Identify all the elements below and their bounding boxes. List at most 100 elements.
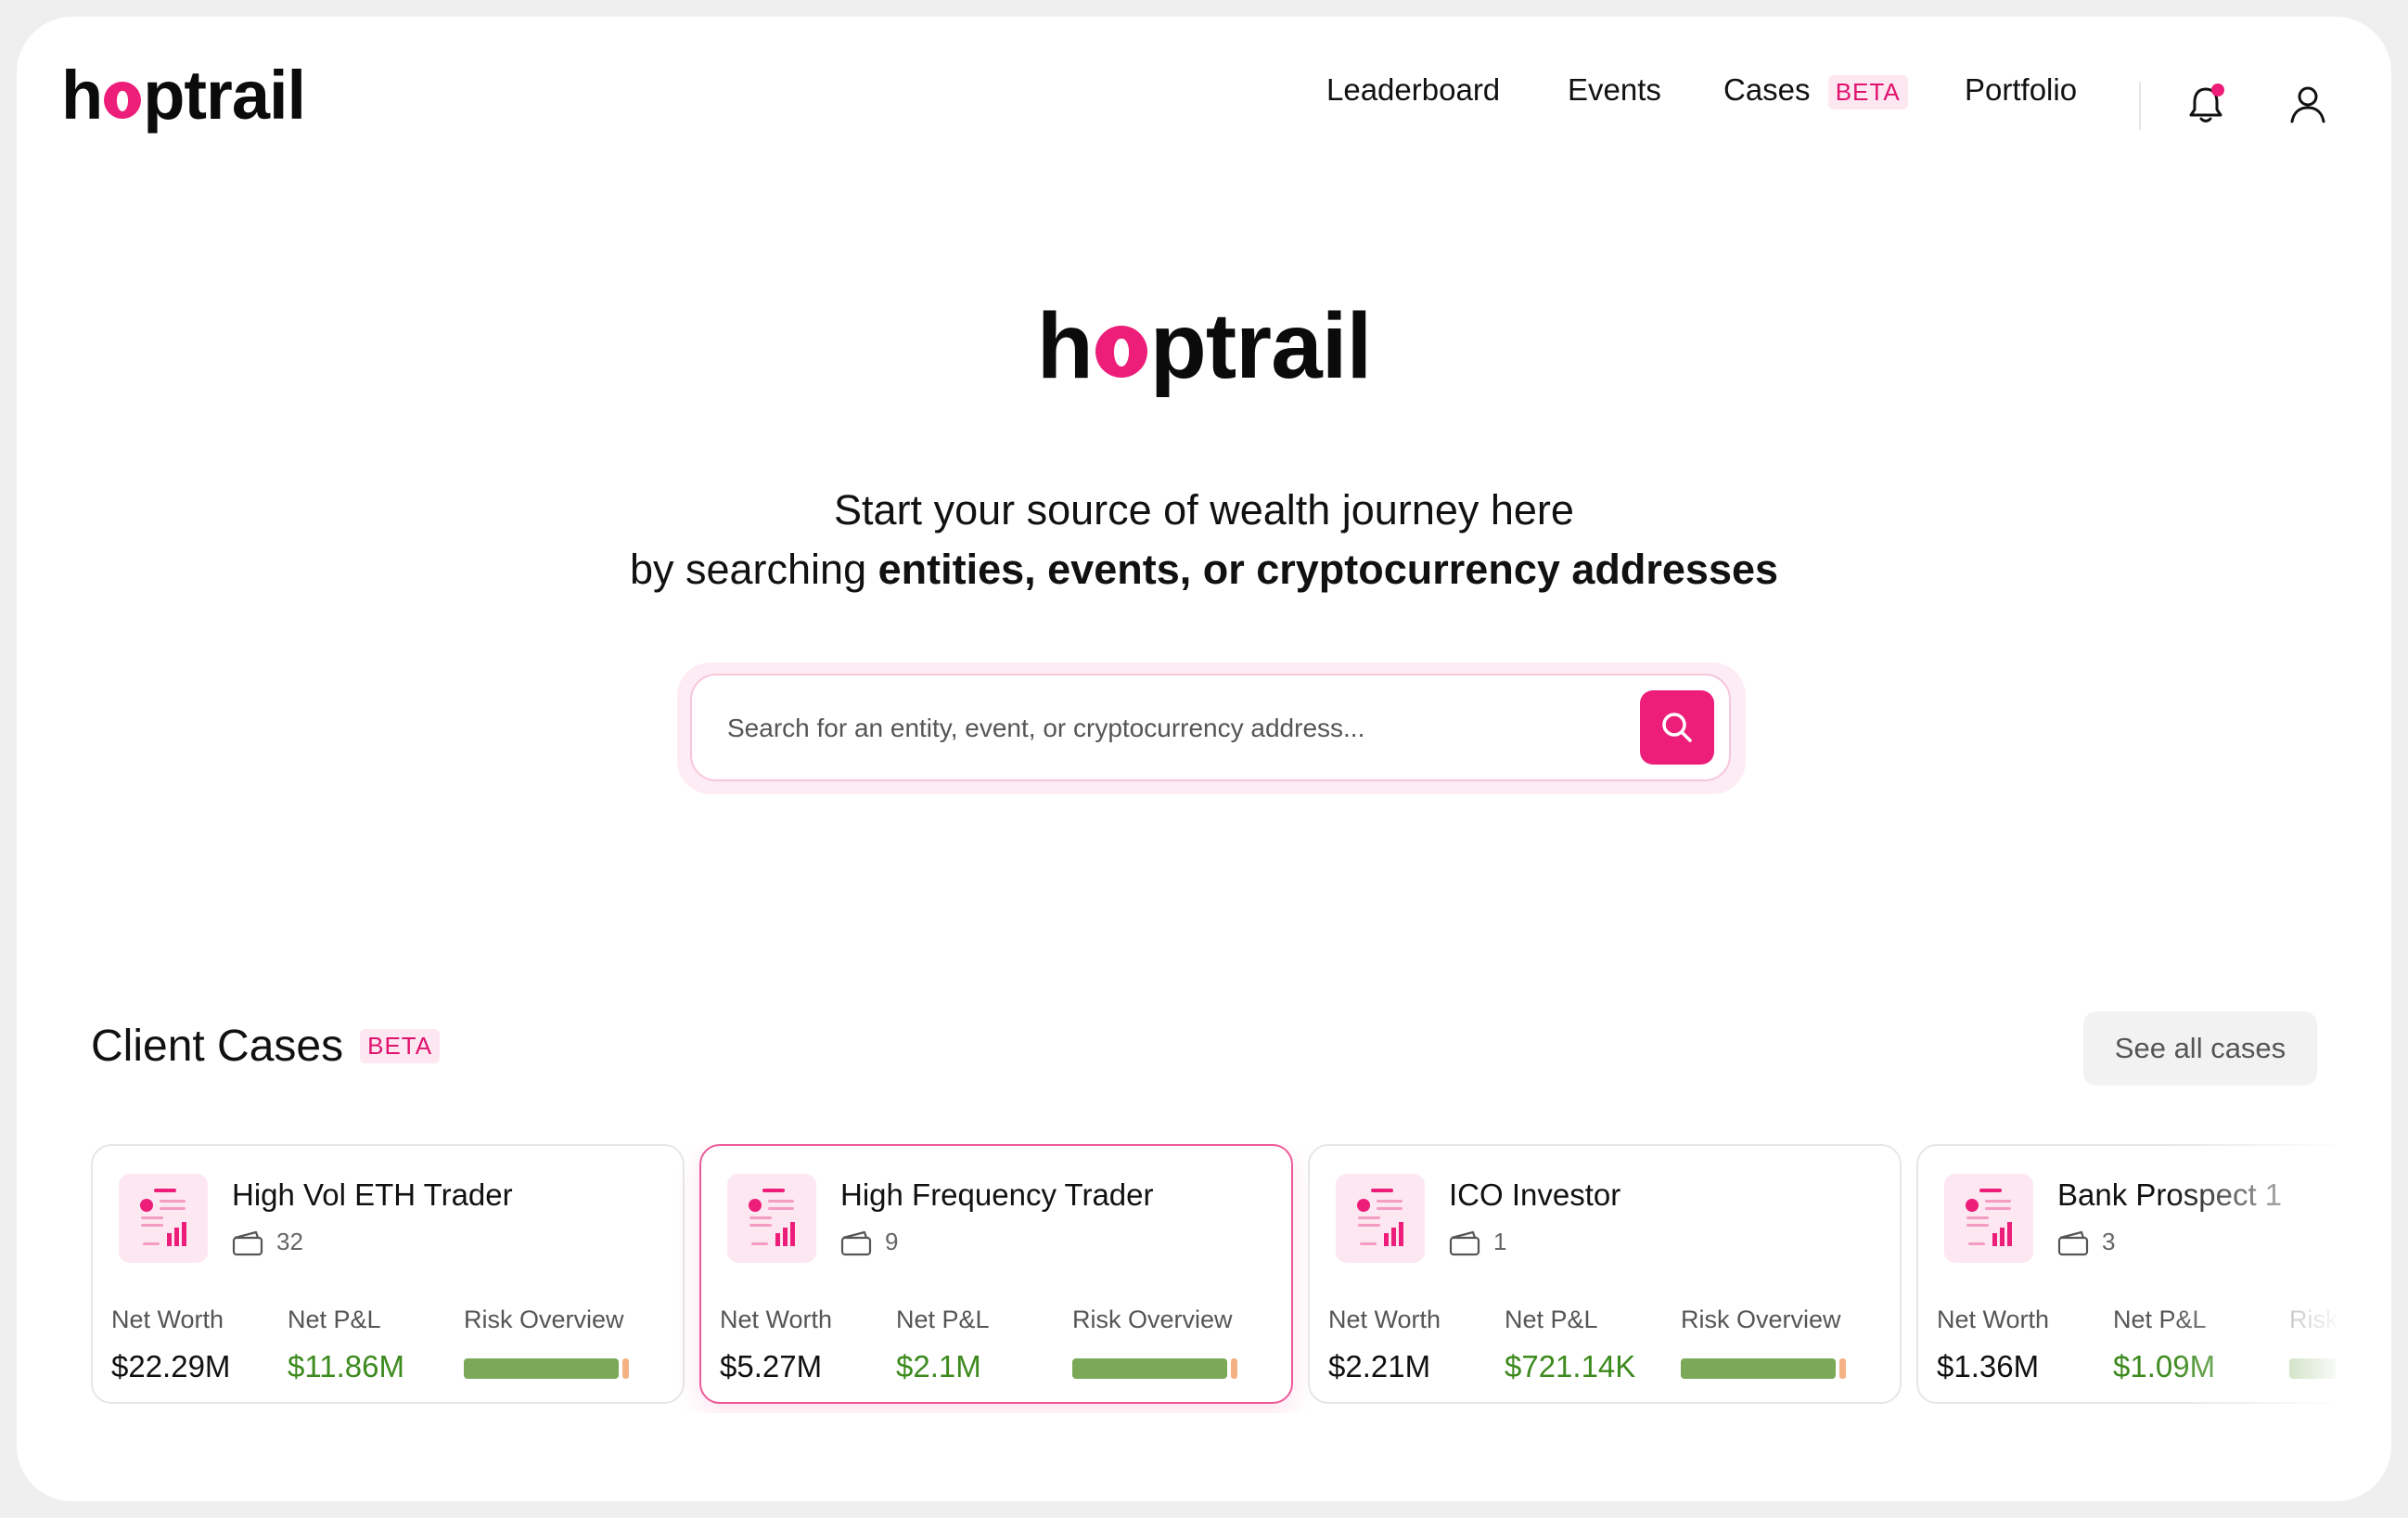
case-name: High Frequency Trader (840, 1177, 1154, 1212)
case-card[interactable]: High Frequency Trader 9 Net Worth $5.27M… (699, 1144, 1293, 1404)
net-pnl-value: $2.1M (896, 1349, 981, 1383)
beta-badge: BETA (1827, 75, 1908, 109)
wallet-count: 32 (232, 1228, 303, 1256)
net-worth-stat: Net Worth $1.36M (1937, 1306, 2049, 1384)
risk-bar-low-segment (1072, 1358, 1227, 1379)
nav-cases-label: Cases (1723, 72, 1811, 107)
tagline-line-2-bold: entities, events, or cryptocurrency addr… (877, 546, 1779, 593)
net-pnl-value: $11.86M (288, 1349, 404, 1383)
search-container (677, 663, 1746, 794)
case-name: ICO Investor (1449, 1177, 1621, 1212)
search-icon (1662, 713, 1692, 742)
nav-leaderboard[interactable]: Leaderboard (1326, 72, 1500, 108)
logo-text-start: h (61, 57, 103, 134)
case-name: Bank Prospect 1 (2057, 1177, 2283, 1212)
risk-bar-medium-segment (1839, 1358, 1846, 1379)
risk-bar-medium-segment (622, 1358, 629, 1379)
nav-cases[interactable]: Cases BETA (1723, 72, 1908, 109)
wallet-icon (1449, 1230, 1480, 1255)
search-box (690, 674, 1731, 781)
wallet-count-value: 32 (276, 1228, 303, 1255)
risk-bar (1072, 1358, 1237, 1379)
client-cases-beta-badge: BETA (360, 1029, 441, 1063)
wallet-count-value: 1 (1493, 1228, 1507, 1255)
net-pnl-value: $721.14K (1505, 1349, 1636, 1383)
see-all-cases-button[interactable]: See all cases (2083, 1011, 2317, 1086)
net-worth-stat: Net Worth $22.29M (111, 1306, 230, 1384)
risk-overview-label: Risk Overview (2289, 1306, 2336, 1333)
net-worth-label: Net Worth (720, 1306, 833, 1333)
case-cards-row: High Vol ETH Trader 32 Net Worth $22.29M… (91, 1144, 2336, 1413)
net-worth-stat: Net Worth $5.27M (720, 1306, 832, 1384)
risk-bar-low-segment (1681, 1358, 1836, 1379)
risk-overview-label: Risk Overview (464, 1306, 624, 1333)
net-pnl-label: Net P&L (1505, 1306, 1598, 1333)
wallet-count: 9 (840, 1228, 898, 1256)
net-pnl-stat: Net P&L $721.14K (1505, 1306, 1635, 1384)
hero-logo-text-start: h (1036, 294, 1094, 398)
wallet-count-value: 9 (885, 1228, 899, 1255)
case-card[interactable]: High Vol ETH Trader 32 Net Worth $22.29M… (91, 1144, 685, 1404)
wallet-count-value: 3 (2102, 1228, 2116, 1255)
net-pnl-label: Net P&L (288, 1306, 381, 1333)
risk-bar-low-segment (2289, 1358, 2336, 1379)
header-logo[interactable]: h ptrail (61, 56, 306, 135)
net-pnl-stat: Net P&L $1.09M (2113, 1306, 2215, 1384)
client-cases-heading: Client Cases BETA (91, 1021, 441, 1072)
user-icon[interactable] (2286, 82, 2330, 126)
bell-icon[interactable] (2184, 82, 2228, 126)
net-pnl-label: Net P&L (2113, 1306, 2207, 1333)
tagline-line-1: Start your source of wealth journey here (834, 486, 1574, 534)
wallet-icon (232, 1230, 263, 1255)
app-window: h ptrail Leaderboard Events Cases BETA Po… (17, 17, 2391, 1501)
nav-divider (2139, 82, 2141, 130)
logo-rabbit-icon (104, 82, 142, 119)
case-report-icon (1336, 1174, 1425, 1263)
case-card[interactable]: Bank Prospect 1 3 Net Worth $1.36M Net P… (1916, 1144, 2336, 1404)
hero-logo-text-end: ptrail (1149, 294, 1372, 398)
net-pnl-label: Net P&L (896, 1306, 990, 1333)
net-worth-label: Net Worth (1937, 1306, 2050, 1333)
net-worth-value: $2.21M (1328, 1349, 1431, 1383)
net-worth-label: Net Worth (111, 1306, 224, 1333)
hero-logo: h ptrail (17, 293, 2391, 400)
risk-overview-label: Risk Overview (1072, 1306, 1233, 1333)
search-input[interactable] (725, 707, 1601, 750)
tagline-line-2: by searching entities, events, or crypto… (17, 540, 2391, 599)
case-name: High Vol ETH Trader (232, 1177, 513, 1212)
case-report-icon (119, 1174, 208, 1263)
net-pnl-stat: Net P&L $2.1M (896, 1306, 990, 1384)
case-card[interactable]: ICO Investor 1 Net Worth $2.21M Net P&L … (1308, 1144, 1902, 1404)
wallet-count: 3 (2057, 1228, 2115, 1256)
net-worth-value: $5.27M (720, 1349, 823, 1383)
net-worth-value: $22.29M (111, 1349, 231, 1383)
client-cases-title: Client Cases (91, 1022, 344, 1071)
net-worth-value: $1.36M (1937, 1349, 2040, 1383)
net-worth-stat: Net Worth $2.21M (1328, 1306, 1441, 1384)
risk-overview-stat: Risk Overview (2289, 1306, 2336, 1379)
risk-overview-stat: Risk Overview (1072, 1306, 1237, 1379)
case-report-icon (1944, 1174, 2033, 1263)
hero-tagline: Start your source of wealth journey here… (17, 481, 2391, 599)
net-pnl-value: $1.09M (2113, 1349, 2216, 1383)
tagline-line-2-prefix: by searching (629, 546, 878, 593)
risk-overview-label: Risk Overview (1681, 1306, 1841, 1333)
risk-bar-low-segment (464, 1358, 619, 1379)
risk-bar (2289, 1358, 2336, 1379)
wallet-count: 1 (1449, 1228, 1506, 1256)
net-worth-label: Net Worth (1328, 1306, 1441, 1333)
case-report-icon (727, 1174, 816, 1263)
risk-bar (464, 1358, 629, 1379)
wallet-icon (2057, 1230, 2089, 1255)
risk-overview-stat: Risk Overview (1681, 1306, 1846, 1379)
logo-text-end: ptrail (143, 57, 306, 134)
risk-bar (1681, 1358, 1846, 1379)
nav-events[interactable]: Events (1568, 72, 1661, 108)
nav-portfolio[interactable]: Portfolio (1965, 72, 2077, 108)
risk-overview-stat: Risk Overview (464, 1306, 629, 1379)
search-button[interactable] (1640, 690, 1714, 765)
net-pnl-stat: Net P&L $11.86M (288, 1306, 404, 1384)
wallet-icon (840, 1230, 872, 1255)
risk-bar-medium-segment (1231, 1358, 1237, 1379)
hero-logo-rabbit-icon (1095, 326, 1147, 378)
